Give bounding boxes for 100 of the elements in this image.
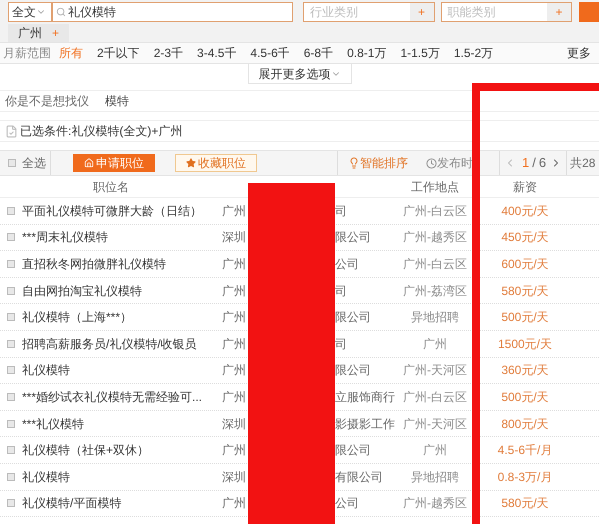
company-name-start: 深圳 bbox=[222, 229, 247, 246]
checkbox[interactable] bbox=[7, 446, 15, 454]
company-name-end: 公司 bbox=[335, 496, 359, 510]
suggestion-link[interactable]: 模特 bbox=[105, 92, 129, 110]
job-title[interactable]: ***礼仪模特 bbox=[22, 414, 222, 433]
column-header: 工作地点 bbox=[410, 178, 460, 196]
work-location: 广州-天河区 bbox=[402, 416, 468, 433]
search-icon bbox=[56, 7, 66, 17]
work-location: 异地招聘 bbox=[410, 468, 460, 486]
company-name-end: 司 bbox=[335, 204, 347, 218]
company-name-start: 广州 bbox=[222, 362, 247, 380]
company-name-start: 深圳 bbox=[222, 468, 247, 486]
clock-icon bbox=[426, 158, 437, 168]
company-name-start: 广州 bbox=[222, 442, 247, 460]
job-title[interactable]: 礼仪模特（社保+双休） bbox=[22, 441, 222, 460]
checkbox[interactable] bbox=[7, 206, 15, 215]
total-pages: 6 bbox=[538, 155, 546, 170]
job-title[interactable]: 平面礼仪模特可微胖大龄（日结） bbox=[22, 202, 222, 220]
job-title[interactable]: 礼仪模特/平面模特 bbox=[22, 494, 222, 512]
company-name-end: 限公司 bbox=[335, 363, 371, 378]
company-name-end: 公司 bbox=[335, 256, 359, 271]
work-location: 广州 bbox=[422, 442, 448, 460]
current-page: 1 bbox=[522, 155, 530, 170]
company-name-start: 广州 bbox=[222, 202, 247, 220]
checkbox[interactable] bbox=[7, 286, 15, 295]
company-name-start: 广州 bbox=[222, 495, 247, 512]
company-name-end: 司 bbox=[335, 336, 347, 351]
salary-option[interactable]: 6-8千 bbox=[304, 44, 334, 62]
work-location: 广州 bbox=[422, 336, 448, 353]
column-header: 职位名 bbox=[92, 178, 130, 196]
company-name-end: 立服饰商行 bbox=[335, 390, 395, 404]
city-tag[interactable]: 广州 + bbox=[8, 24, 70, 42]
work-location: 广州-白云区 bbox=[402, 202, 468, 220]
work-location: 广州-天河区 bbox=[402, 362, 468, 380]
star-icon bbox=[186, 158, 196, 168]
salary-option[interactable]: 1-1.5万 bbox=[400, 44, 440, 62]
select-all-label[interactable]: 全选 bbox=[22, 154, 46, 172]
salary: 580元/天 bbox=[500, 495, 550, 512]
salary: 4.5-6千/月 bbox=[496, 442, 554, 460]
salary-option[interactable]: 4.5-6千 bbox=[250, 44, 290, 62]
job-title[interactable]: 礼仪模特（上海***） bbox=[22, 308, 222, 326]
salary-option[interactable]: 2-3千 bbox=[154, 44, 184, 62]
checkbox[interactable] bbox=[7, 499, 15, 508]
company-name-end: 有限公司 bbox=[335, 470, 383, 484]
work-location: 广州-越秀区 bbox=[402, 229, 468, 246]
salary: 450元/天 bbox=[500, 229, 550, 246]
job-title[interactable]: ***婚纱试衣礼仪模特无需经验可... bbox=[22, 388, 222, 406]
work-location: 广州-白云区 bbox=[402, 256, 468, 273]
job-title[interactable]: 直招秋冬网拍微胖礼仪模特 bbox=[22, 254, 222, 273]
search-field[interactable]: 礼仪模特 bbox=[52, 2, 293, 22]
home-icon bbox=[84, 158, 94, 168]
checkbox[interactable] bbox=[7, 392, 15, 401]
page-separator: / bbox=[532, 155, 536, 170]
company-name-end: 限公司 bbox=[335, 443, 371, 458]
company-name-end: 限公司 bbox=[335, 230, 371, 244]
conditions-text: 已选条件:礼仪模特(全文)+广州 bbox=[20, 123, 182, 140]
result-count: 共28 bbox=[570, 155, 596, 172]
document-icon bbox=[5, 124, 18, 138]
company-name-end: 司 bbox=[335, 284, 347, 298]
checkbox[interactable] bbox=[7, 233, 15, 242]
salary-option[interactable]: 0.8-1万 bbox=[347, 44, 386, 62]
search-button[interactable] bbox=[579, 2, 599, 22]
salary-option[interactable]: 2千以下 bbox=[97, 44, 140, 62]
job-title[interactable]: 自由网拍淘宝礼仪模特 bbox=[22, 282, 222, 300]
job-title[interactable]: 礼仪模特 bbox=[22, 468, 222, 486]
checkbox[interactable] bbox=[7, 472, 15, 481]
company-name-start: 广州 bbox=[222, 309, 247, 326]
expand-options-button[interactable]: 展开更多选项 bbox=[248, 64, 352, 84]
checkbox[interactable] bbox=[7, 420, 15, 428]
job-title[interactable]: ***周末礼仪模特 bbox=[22, 228, 222, 246]
work-location: 广州-荔湾区 bbox=[402, 282, 468, 300]
suggestion-text: 你是不是想找仪 bbox=[5, 93, 89, 110]
company-name-start: 广州 bbox=[222, 336, 247, 353]
company-name-start: 广州 bbox=[222, 256, 247, 273]
checkbox[interactable] bbox=[7, 366, 15, 374]
company-name-start: 深圳 bbox=[222, 416, 247, 433]
checkbox[interactable] bbox=[7, 313, 15, 322]
salary: 600元/天 bbox=[500, 256, 550, 273]
work-location: 广州-白云区 bbox=[402, 388, 468, 406]
checkbox[interactable] bbox=[7, 340, 15, 348]
salary-option[interactable]: 1.5-2万 bbox=[454, 44, 494, 62]
job-title[interactable]: 招聘高薪服务员/礼仪模特/收银员 bbox=[22, 334, 222, 353]
job-title[interactable]: 礼仪模特 bbox=[22, 361, 222, 380]
company-name-start: 广州 bbox=[222, 282, 247, 300]
checkbox[interactable] bbox=[7, 260, 15, 268]
filter-label: 月薪范围 bbox=[3, 45, 51, 62]
checkbox[interactable] bbox=[8, 159, 16, 167]
salary: 580元/天 bbox=[500, 282, 550, 300]
salary: 1500元/天 bbox=[496, 336, 554, 353]
work-location: 广州-越秀区 bbox=[402, 495, 468, 512]
more-link[interactable]: 更多 bbox=[567, 44, 591, 62]
salary: 500元/天 bbox=[500, 388, 550, 406]
salary-option[interactable]: 3-4.5千 bbox=[197, 44, 236, 62]
scope-dropdown[interactable]: 全文 bbox=[8, 2, 52, 22]
salary: 400元/天 bbox=[500, 202, 550, 220]
salary: 500元/天 bbox=[500, 309, 550, 326]
salary: 360元/天 bbox=[500, 362, 550, 380]
company-name-end: 影摄影工作 bbox=[335, 416, 395, 431]
company-name-end: 限公司 bbox=[335, 310, 371, 324]
company-name-start: 广州 bbox=[222, 388, 247, 406]
